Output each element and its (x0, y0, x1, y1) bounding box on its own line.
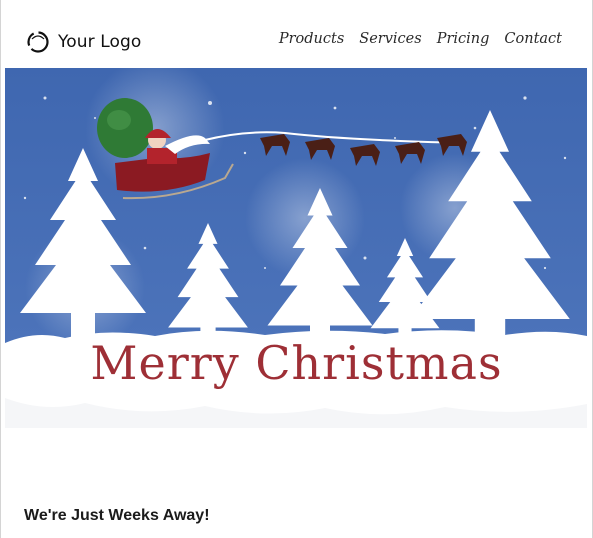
nav-products[interactable]: Products (279, 31, 344, 47)
merry-christmas-heading: Merry Christmas (90, 336, 503, 390)
section-heading: We're Just Weeks Away! (24, 507, 210, 524)
logo-link[interactable]: Your Logo (26, 30, 141, 54)
main-nav: Products Services Pricing Contact (279, 31, 562, 47)
nav-pricing[interactable]: Pricing (437, 31, 490, 47)
nav-services[interactable]: Services (359, 31, 421, 47)
site-header: Your Logo Products Services Pricing Cont… (0, 0, 593, 68)
logo-text: Your Logo (58, 32, 142, 52)
nav-contact[interactable]: Contact (504, 31, 562, 47)
logo-icon (27, 31, 49, 53)
